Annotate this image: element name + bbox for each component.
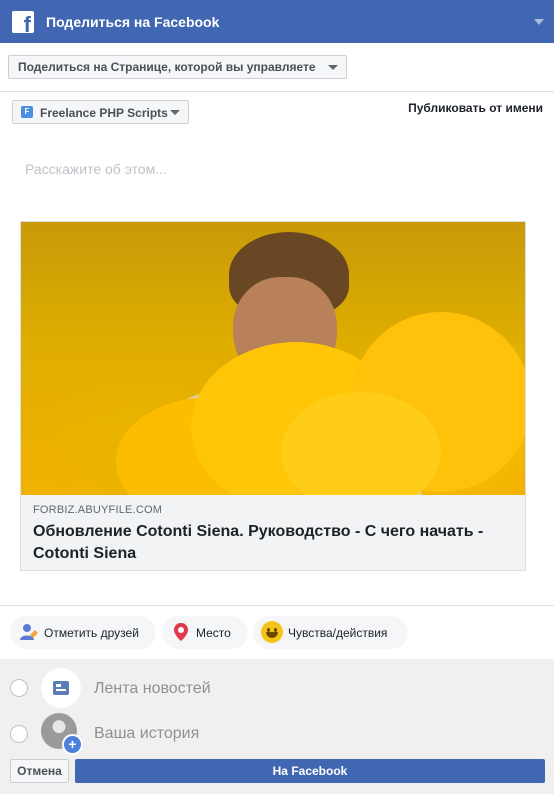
- feelings-label: Чувства/действия: [288, 626, 388, 640]
- divider: [0, 91, 554, 92]
- publish-as-label: Публиковать от имени: [408, 101, 543, 115]
- smiley-icon: [261, 621, 283, 643]
- location-pin-icon: [174, 623, 188, 641]
- location-button[interactable]: Место: [162, 616, 248, 649]
- cancel-button[interactable]: Отмена: [10, 759, 69, 783]
- chevron-down-icon[interactable]: [534, 19, 544, 25]
- dialog-header: f Поделиться на Facebook: [0, 0, 554, 43]
- composer-input[interactable]: Расскажите об этом...: [25, 161, 167, 177]
- news-feed-label[interactable]: Лента новостей: [94, 680, 211, 698]
- share-target-label: Поделиться на Странице, которой вы управ…: [18, 60, 316, 74]
- plus-icon: +: [62, 734, 83, 755]
- post-to-facebook-button[interactable]: На Facebook: [75, 759, 545, 783]
- link-domain: FORBIZ.ABUYFILE.COM: [33, 504, 163, 516]
- link-title[interactable]: Обновление Cotonti Siena. Руководство - …: [33, 521, 513, 565]
- caret-down-icon: [170, 110, 180, 115]
- facebook-logo-icon: f: [12, 11, 34, 36]
- tag-friends-icon: [20, 624, 38, 640]
- link-preview-card[interactable]: FORBIZ.ABUYFILE.COM Обновление Cotonti S…: [20, 221, 526, 571]
- location-label: Место: [196, 626, 231, 640]
- news-feed-radio[interactable]: [10, 679, 28, 697]
- page-avatar-icon: F: [21, 106, 33, 118]
- tag-friends-label: Отметить друзей: [44, 626, 139, 640]
- link-preview-image[interactable]: [21, 222, 525, 495]
- tag-friends-button[interactable]: Отметить друзей: [10, 616, 156, 649]
- dialog-title: Поделиться на Facebook: [46, 14, 220, 30]
- story-icon-wrap: +: [41, 713, 83, 755]
- news-feed-icon: [53, 681, 69, 695]
- page-selector-dropdown[interactable]: F Freelance PHP Scripts: [12, 100, 189, 124]
- divider: [0, 605, 554, 606]
- share-target-dropdown[interactable]: Поделиться на Странице, которой вы управ…: [8, 55, 347, 79]
- news-feed-icon-wrap: [41, 668, 81, 708]
- caret-down-icon: [327, 65, 338, 70]
- story-radio[interactable]: [10, 725, 28, 743]
- page-selector-label: Freelance PHP Scripts: [40, 106, 168, 120]
- story-label[interactable]: Ваша история: [94, 725, 199, 743]
- feelings-button[interactable]: Чувства/действия: [253, 616, 408, 649]
